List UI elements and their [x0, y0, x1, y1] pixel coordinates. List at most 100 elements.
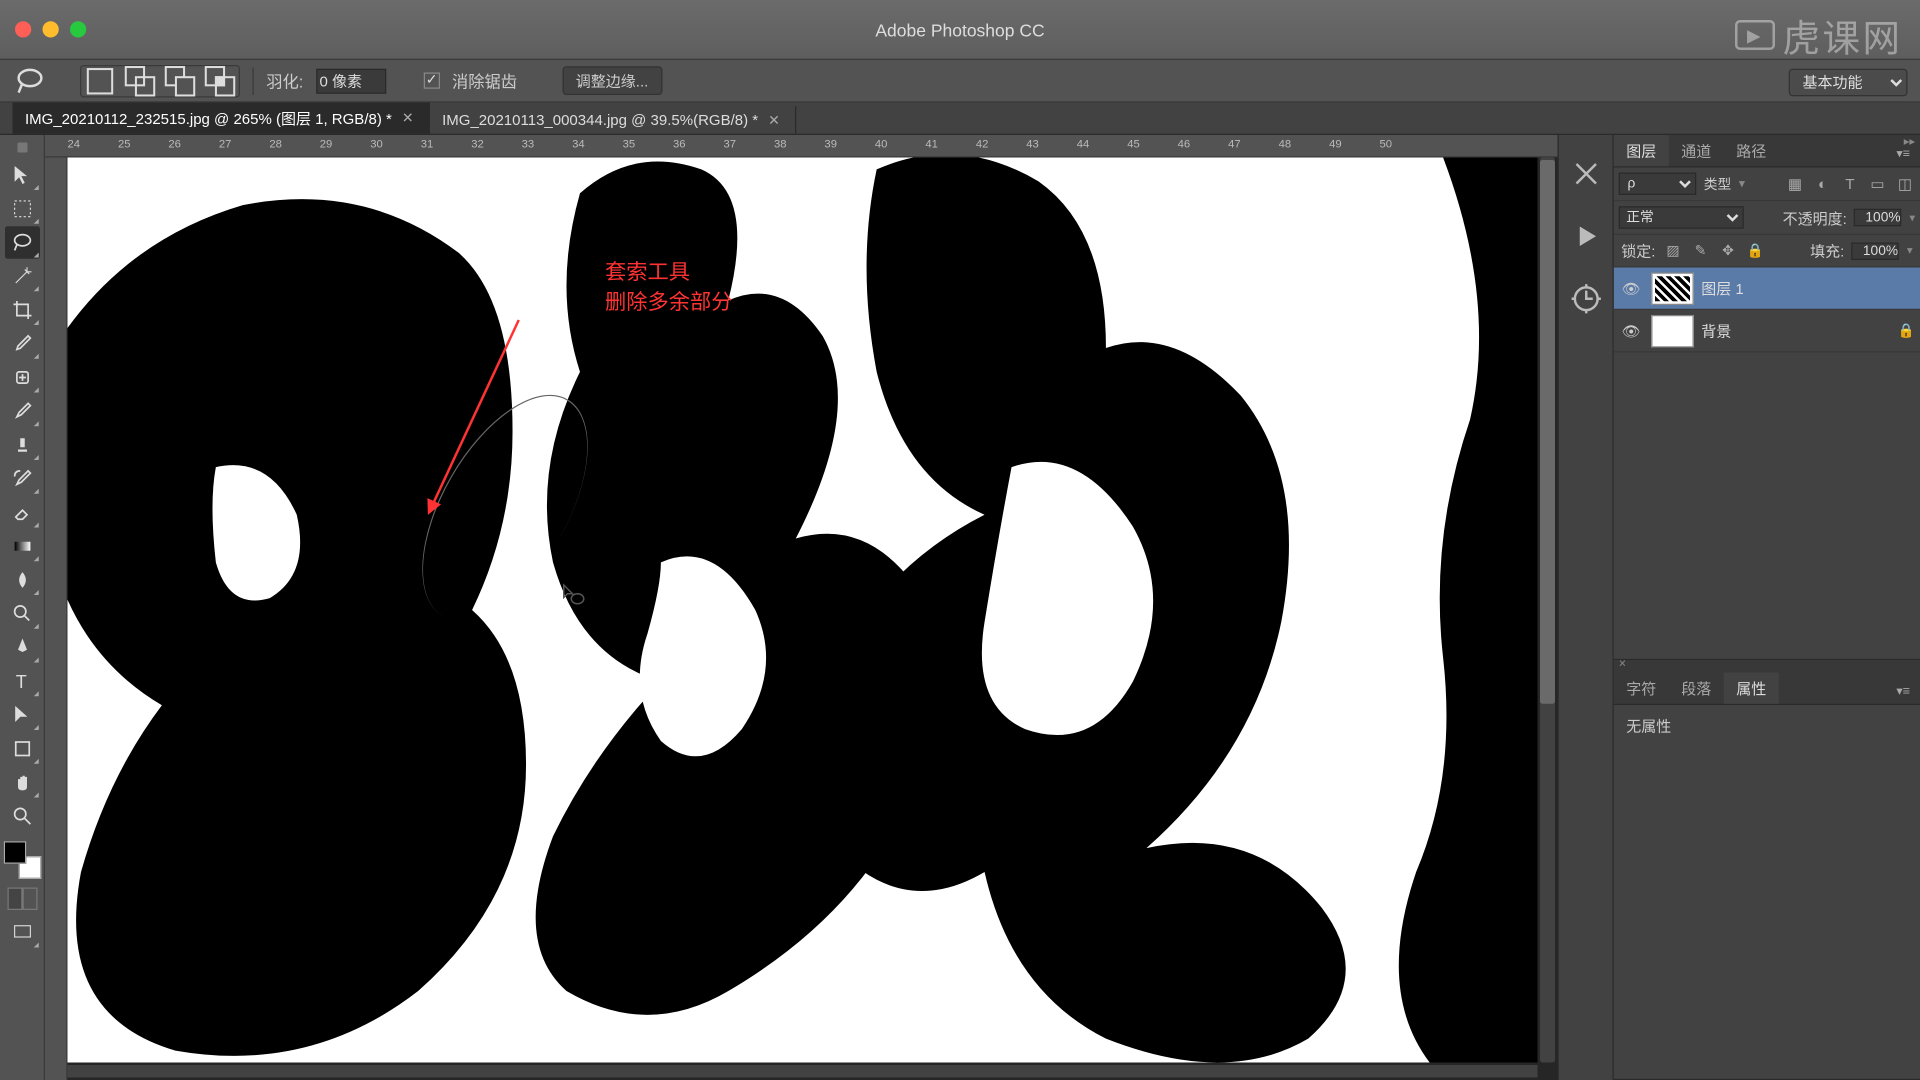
- screen-mode-button[interactable]: [4, 916, 39, 949]
- watermark-text: 虎课网: [1783, 8, 1903, 63]
- filter-type-icon[interactable]: T: [1840, 174, 1860, 194]
- filter-smart-icon[interactable]: ◫: [1895, 174, 1915, 194]
- layer-thumbnail[interactable]: [1651, 272, 1694, 305]
- opacity-label: 不透明度:: [1783, 207, 1847, 228]
- toolbox: T: [0, 135, 45, 1080]
- layer-name[interactable]: 图层 1: [1701, 278, 1744, 299]
- horizontal-scrollbar[interactable]: [68, 1065, 1538, 1078]
- crop-tool[interactable]: [4, 294, 39, 327]
- refine-edge-button[interactable]: 调整边缘...: [562, 66, 662, 95]
- tab-channels[interactable]: 通道: [1669, 135, 1724, 166]
- selection-intersect-button[interactable]: [203, 67, 238, 95]
- fill-input[interactable]: [1852, 242, 1900, 260]
- blend-mode-select[interactable]: 正常: [1619, 206, 1744, 229]
- document-tab-bar: IMG_20210112_232515.jpg @ 265% (图层 1, RG…: [0, 103, 1920, 136]
- maximize-window-button[interactable]: [70, 21, 86, 37]
- expand-dock-icon[interactable]: ▸▸: [1860, 135, 1915, 150]
- vertical-ruler[interactable]: [45, 158, 68, 1080]
- layer-filter-row: ρ 类型 ▾ ▦ ◐ T ▭ ◫: [1614, 168, 1920, 202]
- document-tab[interactable]: IMG_20210113_000344.jpg @ 39.5%(RGB/8) *…: [430, 106, 796, 134]
- minimize-window-button[interactable]: [43, 21, 59, 37]
- close-tab-icon[interactable]: ✕: [402, 110, 414, 126]
- eraser-tool[interactable]: [4, 496, 39, 529]
- vertical-scrollbar[interactable]: [1540, 158, 1555, 1063]
- anti-alias-label: 消除锯齿: [452, 69, 517, 93]
- marquee-tool[interactable]: [4, 193, 39, 226]
- selection-add-button[interactable]: [123, 67, 158, 95]
- toolbox-grip[interactable]: [17, 143, 27, 153]
- zoom-tool[interactable]: [4, 800, 39, 833]
- anti-alias-checkbox[interactable]: [423, 73, 439, 89]
- horizontal-ruler[interactable]: 2425262728293031323334353637383940414243…: [45, 135, 1558, 158]
- kind-filter-select[interactable]: ρ: [1619, 173, 1697, 196]
- window-controls: [0, 21, 86, 37]
- tab-character[interactable]: 字符: [1614, 673, 1669, 704]
- blend-mode-row: 正常 不透明度: ▾: [1614, 201, 1920, 235]
- filter-adjust-icon[interactable]: ◐: [1813, 174, 1833, 194]
- tab-properties[interactable]: 属性: [1724, 673, 1779, 704]
- lasso-tool-icon[interactable]: [13, 67, 48, 95]
- close-tab-icon[interactable]: ✕: [768, 112, 780, 128]
- no-properties-text: 无属性: [1626, 718, 1671, 736]
- lock-paint-icon[interactable]: ✎: [1690, 241, 1710, 261]
- pen-tool[interactable]: [4, 631, 39, 664]
- close-window-button[interactable]: [15, 21, 31, 37]
- calligraphy-artwork: [68, 158, 1538, 1063]
- collapsed-panel-dock: ▸▸: [1558, 135, 1613, 1080]
- clone-stamp-tool[interactable]: [4, 429, 39, 462]
- actions-panel-icon[interactable]: [1569, 220, 1602, 253]
- document-tab-label: IMG_20210113_000344.jpg @ 39.5%(RGB/8) *: [442, 111, 758, 129]
- tab-paragraph[interactable]: 段落: [1669, 673, 1724, 704]
- lock-all-icon[interactable]: 🔒: [1745, 241, 1765, 261]
- magic-wand-tool[interactable]: [4, 260, 39, 293]
- workspace-selector[interactable]: 基本功能: [1789, 69, 1908, 97]
- opacity-input[interactable]: [1854, 209, 1902, 227]
- layer-name[interactable]: 背景: [1701, 320, 1731, 341]
- history-brush-tool[interactable]: [4, 463, 39, 496]
- annotation-line2: 删除多余部分: [605, 287, 733, 317]
- eyedropper-tool[interactable]: [4, 328, 39, 361]
- selection-subtract-button[interactable]: [163, 67, 198, 95]
- kind-filter-label: 类型: [1704, 174, 1732, 194]
- document-tab-label: IMG_20210112_232515.jpg @ 265% (图层 1, RG…: [25, 108, 392, 129]
- navigator-panel-icon[interactable]: [1569, 283, 1602, 316]
- layers-panel: 图层 通道 路径 ▾≡ ρ 类型 ▾ ▦ ◐ T ▭ ◫ 正常 不透明度:: [1614, 135, 1920, 660]
- filter-shape-icon[interactable]: ▭: [1868, 174, 1888, 194]
- healing-brush-tool[interactable]: [4, 361, 39, 394]
- panel-menu-icon[interactable]: ▾≡: [1886, 680, 1920, 704]
- title-bar: Adobe Photoshop CC ▶ 虎课网: [0, 0, 1920, 60]
- svg-text:T: T: [15, 672, 26, 692]
- quick-mask-toggle[interactable]: [7, 888, 37, 911]
- history-panel-icon[interactable]: [1569, 158, 1602, 191]
- layer-row[interactable]: 👁 背景 🔒: [1614, 310, 1920, 353]
- visibility-toggle-icon[interactable]: 👁: [1619, 279, 1644, 297]
- brush-tool[interactable]: [4, 395, 39, 428]
- foreground-color[interactable]: [3, 841, 26, 864]
- filter-pixel-icon[interactable]: ▦: [1785, 174, 1805, 194]
- tab-layers[interactable]: 图层: [1614, 135, 1669, 166]
- visibility-toggle-icon[interactable]: 👁: [1619, 322, 1644, 340]
- document-tab[interactable]: IMG_20210112_232515.jpg @ 265% (图层 1, RG…: [13, 103, 430, 134]
- annotation-line1: 套索工具: [605, 258, 733, 288]
- lock-label: 锁定:: [1621, 240, 1655, 261]
- type-tool[interactable]: T: [4, 665, 39, 698]
- layer-row[interactable]: 👁 图层 1: [1614, 268, 1920, 311]
- shape-tool[interactable]: [4, 733, 39, 766]
- canvas[interactable]: 套索工具 删除多余部分: [68, 158, 1538, 1063]
- color-swatches[interactable]: [3, 841, 41, 879]
- lock-transparent-icon[interactable]: ▨: [1663, 241, 1683, 261]
- main-area: T 24252627282930313233343536373839404142…: [0, 135, 1920, 1080]
- move-tool[interactable]: [4, 159, 39, 192]
- selection-new-button[interactable]: [83, 67, 118, 95]
- blur-tool[interactable]: [4, 564, 39, 597]
- feather-input[interactable]: [316, 68, 386, 93]
- close-panel-icon[interactable]: ×: [1619, 658, 1626, 672]
- gradient-tool[interactable]: [4, 530, 39, 563]
- layer-thumbnail[interactable]: [1651, 314, 1694, 347]
- tab-paths[interactable]: 路径: [1724, 135, 1779, 166]
- lasso-tool[interactable]: [4, 226, 39, 259]
- lock-position-icon[interactable]: ✥: [1718, 241, 1738, 261]
- path-select-tool[interactable]: [4, 699, 39, 732]
- dodge-tool[interactable]: [4, 598, 39, 631]
- hand-tool[interactable]: [4, 766, 39, 799]
